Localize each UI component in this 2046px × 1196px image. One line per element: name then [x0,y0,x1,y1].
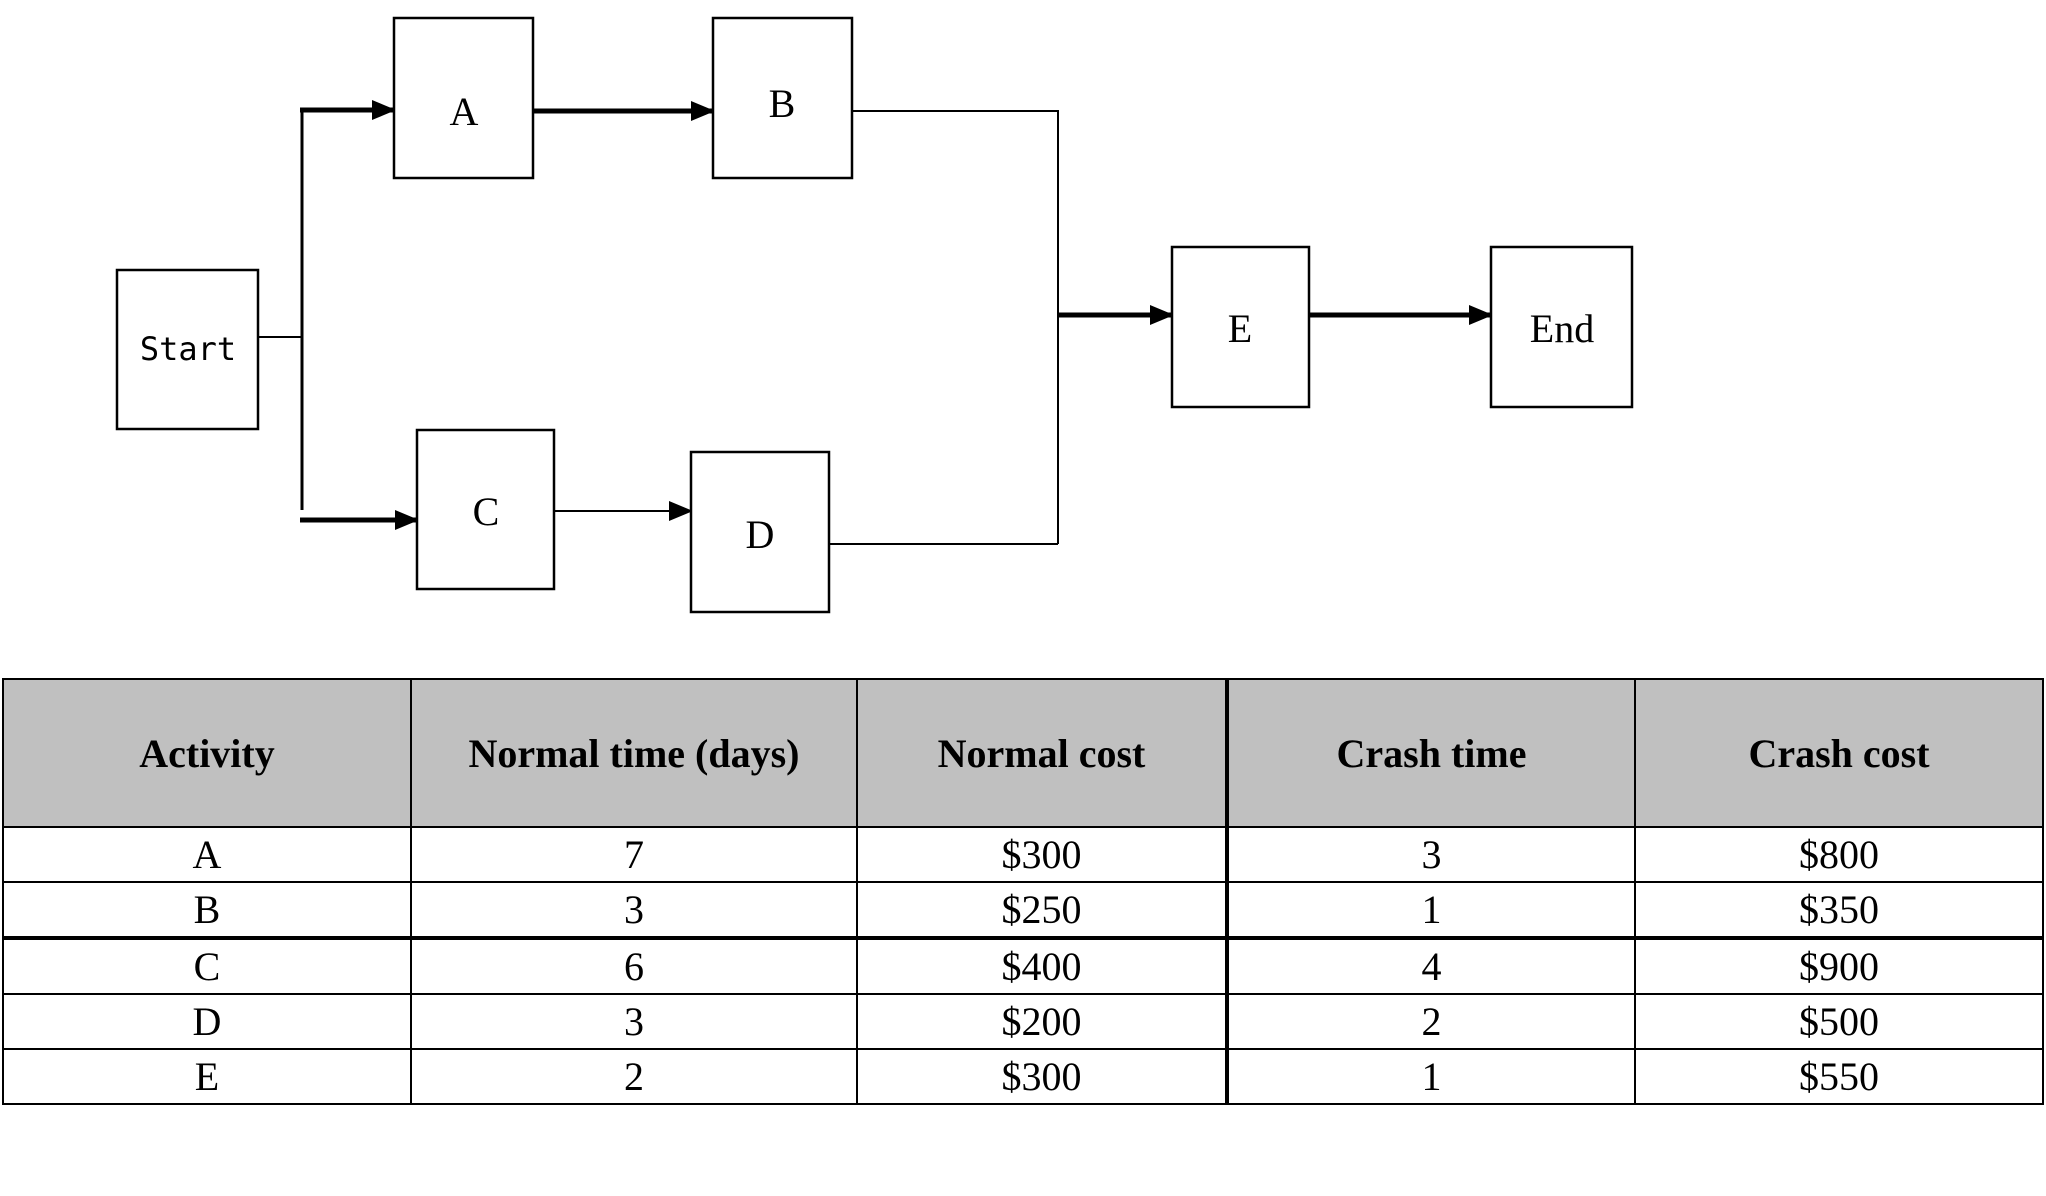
cell-normal-time: 3 [410,881,858,939]
node-label: A [450,89,479,134]
cell-crash-time: 2 [1226,993,1636,1050]
node-label: B [769,81,796,126]
cell-activity: A [2,826,412,883]
node-d: D [689,450,831,614]
node-start: Start [115,268,260,431]
node-b: B [711,16,854,180]
table-row: A 7 $300 3 $800 [2,826,2044,883]
network-diagram: Start A B C D E End [115,16,1634,614]
header-crash-time: Crash time [1226,678,1636,828]
cell-crash-time: 4 [1226,936,1636,995]
activity-table: Activity Normal time (days) Normal cost … [2,678,2044,1105]
node-label: End [1530,306,1594,351]
header-normal-time: Normal time (days) [410,678,858,828]
cell-crash-time: 1 [1226,1048,1636,1105]
cell-activity: B [2,881,412,939]
table-row: B 3 $250 1 $350 [2,881,2044,939]
node-e: E [1170,245,1311,409]
edge-b-merge [852,110,1059,544]
cell-normal-cost: $300 [856,1048,1229,1105]
table-row: C 6 $400 4 $900 [2,936,2044,995]
cell-normal-time: 7 [410,826,858,883]
node-label: C [473,489,500,534]
header-normal-cost: Normal cost [856,678,1229,828]
node-label: E [1228,306,1252,351]
node-end: End [1489,245,1634,409]
header-crash-cost: Crash cost [1634,678,2044,828]
table-row: E 2 $300 1 $550 [2,1048,2044,1105]
table-row: D 3 $200 2 $500 [2,993,2044,1050]
node-label: Start [140,330,236,368]
cell-activity: D [2,993,412,1050]
cell-activity: E [2,1048,412,1105]
cell-activity: C [2,936,412,995]
node-label: D [746,512,775,557]
cell-normal-cost: $400 [856,936,1229,995]
cell-normal-time: 2 [410,1048,858,1105]
cell-crash-cost: $350 [1634,881,2044,939]
cell-normal-time: 3 [410,993,858,1050]
cell-crash-cost: $550 [1634,1048,2044,1105]
cell-normal-cost: $300 [856,826,1229,883]
node-c: C [415,428,556,591]
cell-normal-cost: $250 [856,881,1229,939]
cell-crash-cost: $900 [1634,936,2044,995]
cell-crash-time: 1 [1226,881,1636,939]
cell-crash-cost: $500 [1634,993,2044,1050]
cell-normal-cost: $200 [856,993,1229,1050]
header-activity: Activity [2,678,412,828]
table-header-row: Activity Normal time (days) Normal cost … [2,678,2044,828]
cell-crash-time: 3 [1226,826,1636,883]
cell-crash-cost: $800 [1634,826,2044,883]
cell-normal-time: 6 [410,936,858,995]
node-a: A [392,16,535,180]
